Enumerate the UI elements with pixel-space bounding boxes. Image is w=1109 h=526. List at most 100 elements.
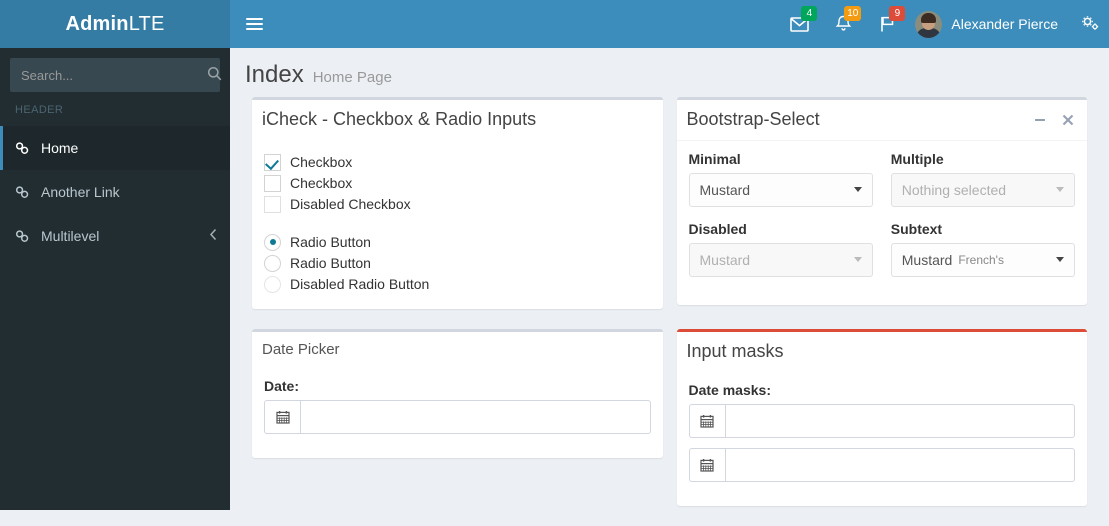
radio-row[interactable]: Radio Button <box>264 232 651 253</box>
tasks-menu-button[interactable]: 9 <box>865 0 909 48</box>
date-input-group <box>264 400 651 435</box>
search-button[interactable] <box>207 59 222 91</box>
bootstrap-select-box-title: Bootstrap-Select <box>686 109 820 129</box>
sidebar-search-form <box>10 58 222 92</box>
page-header: Index Home Page <box>230 48 1109 97</box>
checkbox-row[interactable]: Checkbox <box>264 152 651 173</box>
select-row-2: Disabled Mustard Subtext Mustard French'… <box>688 220 1075 291</box>
subtext-select[interactable]: Mustard French's <box>890 242 1075 277</box>
sidebar-item-label: Multilevel <box>41 228 100 244</box>
icheck-box-header: iCheck - Checkbox & Radio Inputs <box>252 100 663 140</box>
page-title: Index <box>245 61 304 88</box>
sidebar-item-label: Another Link <box>41 184 120 200</box>
radio-unchecked-icon[interactable] <box>264 254 281 272</box>
tasks-badge: 9 <box>889 6 906 21</box>
date-picker-box-body: Date: <box>252 368 663 458</box>
content-row-1: iCheck - Checkbox & Radio Inputs Checkbo… <box>245 97 1094 329</box>
radio-disabled-icon <box>264 275 281 293</box>
date-mask-input-group-1 <box>688 403 1075 438</box>
top-navbar: 4 10 9 Alexander Pierce <box>230 0 1109 48</box>
bootstrap-select-box-header: Bootstrap-Select <box>676 100 1087 141</box>
icheck-box-body: Checkbox Checkbox Disabled Checkbox Radi… <box>252 140 663 309</box>
date-picker-box-header: Date Picker <box>252 332 663 369</box>
radio-checked-icon[interactable] <box>264 233 281 251</box>
navbar-right-menu: 4 10 9 Alexander Pierce <box>777 0 1109 48</box>
date-picker-box: Date Picker Date: <box>252 328 663 459</box>
date-field-label: Date: <box>264 378 300 395</box>
checkbox-label: Checkbox <box>290 175 353 192</box>
checkbox-row[interactable]: Checkbox <box>264 173 651 194</box>
checkbox-group: Checkbox Checkbox Disabled Checkbox <box>264 152 651 215</box>
subtext-select-group: Subtext Mustard French's <box>890 220 1075 291</box>
chevron-left-icon <box>209 228 218 244</box>
user-menu-button[interactable]: Alexander Pierce <box>909 0 1070 48</box>
multiple-select-value: Nothing selected <box>901 181 1007 198</box>
icheck-box-title: iCheck - Checkbox & Radio Inputs <box>262 109 537 129</box>
link-icon <box>15 141 37 156</box>
date-masks-label: Date masks: <box>688 381 772 398</box>
bootstrap-select-column: Bootstrap-Select Minimal Mustard Multipl… <box>670 97 1095 329</box>
chevron-down-icon <box>853 187 862 193</box>
sidebar-toggle-button[interactable] <box>230 0 278 48</box>
link-icon <box>15 229 37 244</box>
radio-row-disabled: Disabled Radio Button <box>264 274 651 295</box>
checkbox-unchecked-icon[interactable] <box>264 174 281 192</box>
link-icon <box>15 185 37 200</box>
select-row-1: Minimal Mustard Multiple Nothing selecte… <box>688 150 1075 221</box>
radio-label: Disabled Radio Button <box>290 276 430 293</box>
sidebar-item-home[interactable]: Home <box>0 126 230 170</box>
date-picker-box-title: Date Picker <box>262 340 340 358</box>
left-sidebar: HEADER Home Another Link Multilevel <box>0 48 230 510</box>
date-mask-input-1[interactable] <box>724 403 1075 438</box>
search-input[interactable] <box>11 59 207 91</box>
radio-label: Radio Button <box>290 234 371 251</box>
bootstrap-select-box-body: Minimal Mustard Multiple Nothing selecte… <box>677 141 1088 305</box>
input-masks-box: Input masks Date masks: <box>676 328 1088 506</box>
hamburger-icon <box>245 15 263 33</box>
sidebar-item-another-link[interactable]: Another Link <box>0 170 230 214</box>
notifications-badge: 10 <box>844 6 862 21</box>
checkbox-disabled-icon <box>264 195 281 213</box>
user-name-label: Alexander Pierce <box>951 16 1058 32</box>
minimal-select-group: Minimal Mustard <box>688 151 873 221</box>
multiple-select[interactable]: Nothing selected <box>890 172 1075 207</box>
subtext-select-value: Mustard <box>901 251 953 268</box>
minimal-select-value: Mustard <box>699 181 751 198</box>
main-header: Admin LTE 4 10 9 Alexander Pierce <box>0 0 1109 48</box>
radio-row[interactable]: Radio Button <box>264 253 651 274</box>
input-masks-column: Input masks Date masks: <box>670 328 1095 526</box>
minus-icon[interactable] <box>1031 111 1049 129</box>
box-tools <box>1031 111 1077 129</box>
close-icon[interactable] <box>1059 111 1077 129</box>
radio-group: Radio Button Radio Button Disabled Radio… <box>264 232 651 295</box>
date-input[interactable] <box>300 400 651 435</box>
icheck-box: iCheck - Checkbox & Radio Inputs Checkbo… <box>252 97 663 309</box>
multiple-label: Multiple <box>890 150 944 167</box>
page-content: iCheck - Checkbox & Radio Inputs Checkbo… <box>230 97 1109 526</box>
control-sidebar-toggle-button[interactable] <box>1070 0 1109 48</box>
minimal-select[interactable]: Mustard <box>688 172 873 207</box>
app-logo[interactable]: Admin LTE <box>0 0 230 48</box>
input-masks-box-header: Input masks <box>677 332 1088 372</box>
multiple-select-group: Multiple Nothing selected <box>890 150 1075 221</box>
subtext-label: Subtext <box>890 220 943 237</box>
logo-bold-text: Admin <box>65 12 129 35</box>
disabled-label: Disabled <box>688 220 747 237</box>
chevron-down-icon <box>853 257 862 263</box>
disabled-select-value: Mustard <box>699 251 751 268</box>
calendar-icon[interactable] <box>688 403 725 438</box>
notifications-menu-button[interactable]: 10 <box>821 0 865 48</box>
subtext-select-subtext: French's <box>958 252 1004 267</box>
logo-light-text: LTE <box>128 12 165 35</box>
bootstrap-select-box: Bootstrap-Select Minimal Mustard Multipl… <box>676 97 1088 305</box>
input-masks-box-title: Input masks <box>686 340 784 361</box>
messages-menu-button[interactable]: 4 <box>777 0 821 48</box>
sidebar-item-multilevel[interactable]: Multilevel <box>0 214 230 258</box>
calendar-icon[interactable] <box>688 447 725 482</box>
calendar-icon[interactable] <box>264 400 300 435</box>
date-mask-input-2[interactable] <box>724 447 1075 482</box>
checkbox-row-disabled: Disabled Checkbox <box>264 194 651 215</box>
checkbox-checked-icon[interactable] <box>264 153 281 171</box>
disabled-select-group: Disabled Mustard <box>688 220 873 291</box>
